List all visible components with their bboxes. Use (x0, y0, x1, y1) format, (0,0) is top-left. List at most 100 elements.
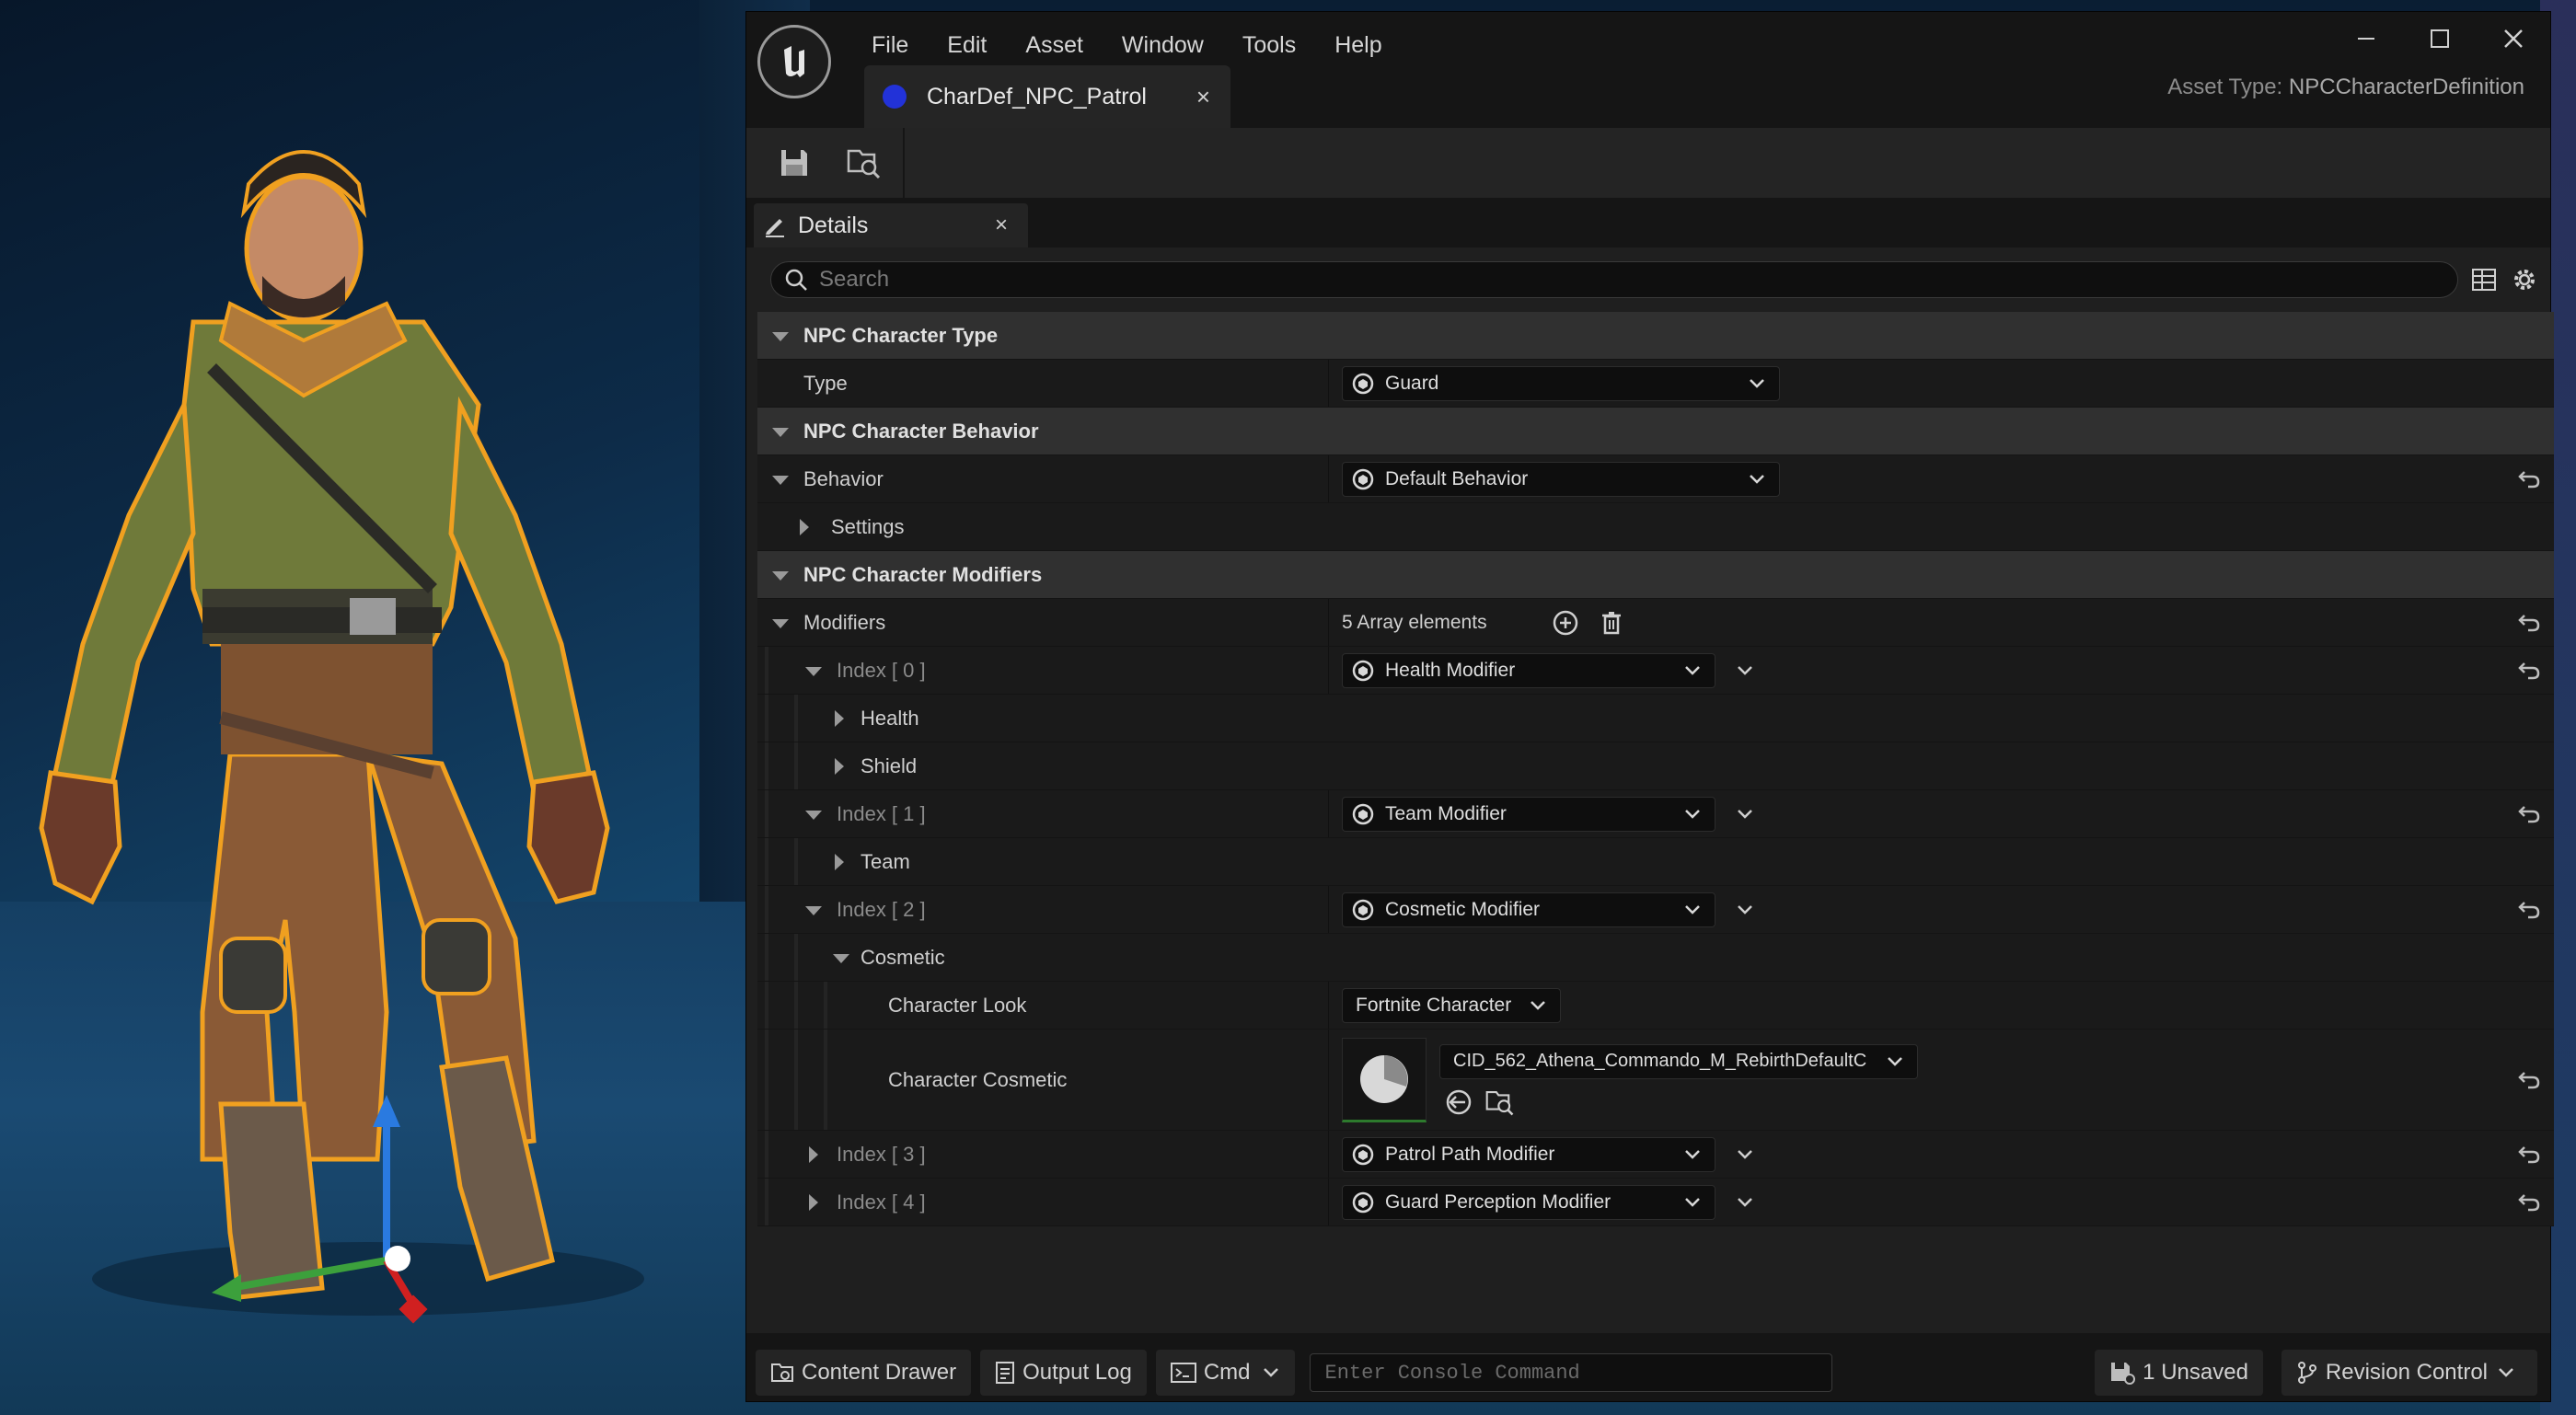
character-look-dropdown[interactable]: Fortnite Character (1342, 987, 1561, 1023)
minimize-button[interactable] (2329, 12, 2403, 65)
status-bar-right: 1 Unsaved Revision Control (2085, 1350, 2537, 1396)
element-options-chevron-icon[interactable] (1736, 903, 1754, 916)
expand-arrow-icon[interactable] (835, 709, 844, 727)
property-label: Index [ 1 ] (837, 801, 926, 825)
reset-arrow-icon[interactable] (2517, 1070, 2541, 1090)
maximize-button[interactable] (2403, 12, 2477, 65)
asset-thumbnail[interactable] (1342, 1037, 1427, 1122)
element-options-chevron-icon[interactable] (1736, 1196, 1754, 1209)
delete-icon[interactable] (1598, 609, 1625, 637)
category-npc-character-behavior[interactable]: NPC Character Behavior (757, 408, 2554, 455)
collapse-arrow-icon[interactable] (805, 905, 822, 915)
property-label: Character Cosmetic (888, 1067, 1068, 1091)
indent-guide (765, 934, 768, 981)
add-element-icon[interactable] (1552, 609, 1579, 637)
reset-arrow-icon[interactable] (2517, 661, 2541, 681)
category-npc-character-type[interactable]: NPC Character Type (757, 312, 2554, 360)
property-value: Guard (1328, 360, 2554, 407)
expand-arrow-icon[interactable] (835, 853, 844, 870)
output-log-button[interactable]: Output Log (980, 1350, 1147, 1396)
index-3-dropdown[interactable]: Patrol Path Modifier (1342, 1136, 1715, 1172)
reset-arrow-icon[interactable] (2517, 1145, 2541, 1165)
search-input[interactable] (817, 266, 2457, 293)
collapse-arrow-icon[interactable] (772, 570, 789, 581)
reset-arrow-icon[interactable] (2517, 900, 2541, 920)
property-value: 5 Array elements (1328, 599, 2554, 646)
category-label: NPC Character Type (803, 323, 999, 347)
indent-guide (824, 1030, 827, 1130)
menu-help[interactable]: Help (1315, 25, 1401, 66)
property-row-behavior: Behavior Default Behavior (757, 455, 2554, 503)
chevron-down-icon (1685, 904, 1700, 915)
menu-window[interactable]: Window (1103, 25, 1223, 66)
element-options-chevron-icon[interactable] (1736, 1148, 1754, 1161)
reset-arrow-icon[interactable] (2517, 469, 2541, 489)
save-button[interactable] (772, 141, 816, 185)
property-value: Cosmetic Modifier (1328, 886, 2554, 933)
document-tab[interactable]: CharDef_NPC_Patrol × (864, 65, 1230, 128)
table-view-icon[interactable] (2470, 266, 2498, 293)
close-window-button[interactable] (2477, 12, 2550, 65)
status-bar: Content Drawer Output Log Cmd 1 Unsaved … (746, 1344, 2550, 1401)
expand-arrow-icon[interactable] (800, 518, 809, 535)
cmd-dropdown[interactable]: Cmd (1155, 1350, 1295, 1396)
details-tab[interactable]: Details × (754, 203, 1028, 247)
reset-arrow-icon[interactable] (2517, 804, 2541, 824)
menu-file[interactable]: File (852, 25, 928, 66)
expand-arrow-icon[interactable] (809, 1193, 818, 1211)
property-row-index-3: Index [ 3 ] Patrol Path Modifier (757, 1131, 2554, 1179)
category-label: NPC Character Behavior (803, 419, 1039, 443)
index-0-dropdown[interactable]: Health Modifier (1342, 652, 1715, 688)
browse-to-asset-button[interactable] (842, 141, 886, 185)
index-2-dropdown[interactable]: Cosmetic Modifier (1342, 892, 1715, 927)
close-details-tab-button[interactable]: × (995, 213, 1008, 238)
collapse-arrow-icon[interactable] (805, 810, 822, 820)
dropdown-value: Team Modifier (1385, 802, 1507, 824)
category-npc-character-modifiers[interactable]: NPC Character Modifiers (757, 551, 2554, 599)
collapse-arrow-icon[interactable] (772, 331, 789, 341)
use-selected-asset-icon[interactable] (1445, 1088, 1473, 1116)
collapse-arrow-icon[interactable] (772, 475, 789, 485)
property-label: Team (861, 849, 910, 873)
dropdown-value: Health Modifier (1385, 659, 1516, 681)
dropdown-value: Guard Perception Modifier (1385, 1191, 1611, 1213)
index-1-dropdown[interactable]: Team Modifier (1342, 796, 1715, 832)
index-4-dropdown[interactable]: Guard Perception Modifier (1342, 1184, 1715, 1220)
dropdown-value: Patrol Path Modifier (1385, 1143, 1555, 1165)
reset-arrow-icon[interactable] (2517, 1192, 2541, 1213)
property-value: Team Modifier (1328, 790, 2554, 837)
property-label: Cosmetic (861, 945, 945, 969)
revision-control-button[interactable]: Revision Control (2281, 1350, 2537, 1396)
type-dropdown[interactable]: Guard (1342, 365, 1780, 401)
chevron-down-icon (1531, 1000, 1545, 1010)
expand-arrow-icon[interactable] (809, 1145, 818, 1163)
property-label: Modifiers (803, 610, 886, 634)
unreal-logo-icon[interactable] (757, 25, 831, 98)
indent-guide (765, 647, 768, 694)
content-drawer-icon (771, 1363, 793, 1382)
reset-arrow-icon[interactable] (2517, 613, 2541, 633)
menu-edit[interactable]: Edit (928, 25, 1006, 66)
gear-icon[interactable] (2511, 266, 2538, 293)
character-cosmetic-dropdown[interactable]: CID_562_Athena_Commando_M_RebirthDefault… (1439, 1043, 1918, 1079)
property-row-index-4: Index [ 4 ] Guard Perception Modifier (757, 1179, 2554, 1226)
selected-character-mesh[interactable] (0, 129, 663, 1343)
collapse-arrow-icon[interactable] (772, 618, 789, 628)
browse-asset-icon[interactable] (1485, 1088, 1515, 1116)
element-options-chevron-icon[interactable] (1736, 808, 1754, 821)
content-drawer-button[interactable]: Content Drawer (756, 1350, 972, 1396)
element-options-chevron-icon[interactable] (1736, 664, 1754, 677)
revision-control-label: Revision Control (2325, 1360, 2488, 1385)
menu-tools[interactable]: Tools (1223, 25, 1315, 66)
expand-arrow-icon[interactable] (835, 757, 844, 775)
behavior-dropdown[interactable]: Default Behavior (1342, 461, 1780, 497)
collapse-arrow-icon[interactable] (805, 666, 822, 676)
console-command-input[interactable] (1309, 1353, 1832, 1392)
menu-asset[interactable]: Asset (1006, 25, 1103, 66)
collapse-arrow-icon[interactable] (833, 953, 849, 963)
close-tab-button[interactable]: × (1196, 83, 1210, 111)
property-label: Index [ 0 ] (837, 658, 926, 682)
title-bar: File Edit Asset Window Tools Help CharDe… (746, 12, 2550, 128)
collapse-arrow-icon[interactable] (772, 427, 789, 437)
unsaved-button[interactable]: 1 Unsaved (2095, 1350, 2263, 1396)
